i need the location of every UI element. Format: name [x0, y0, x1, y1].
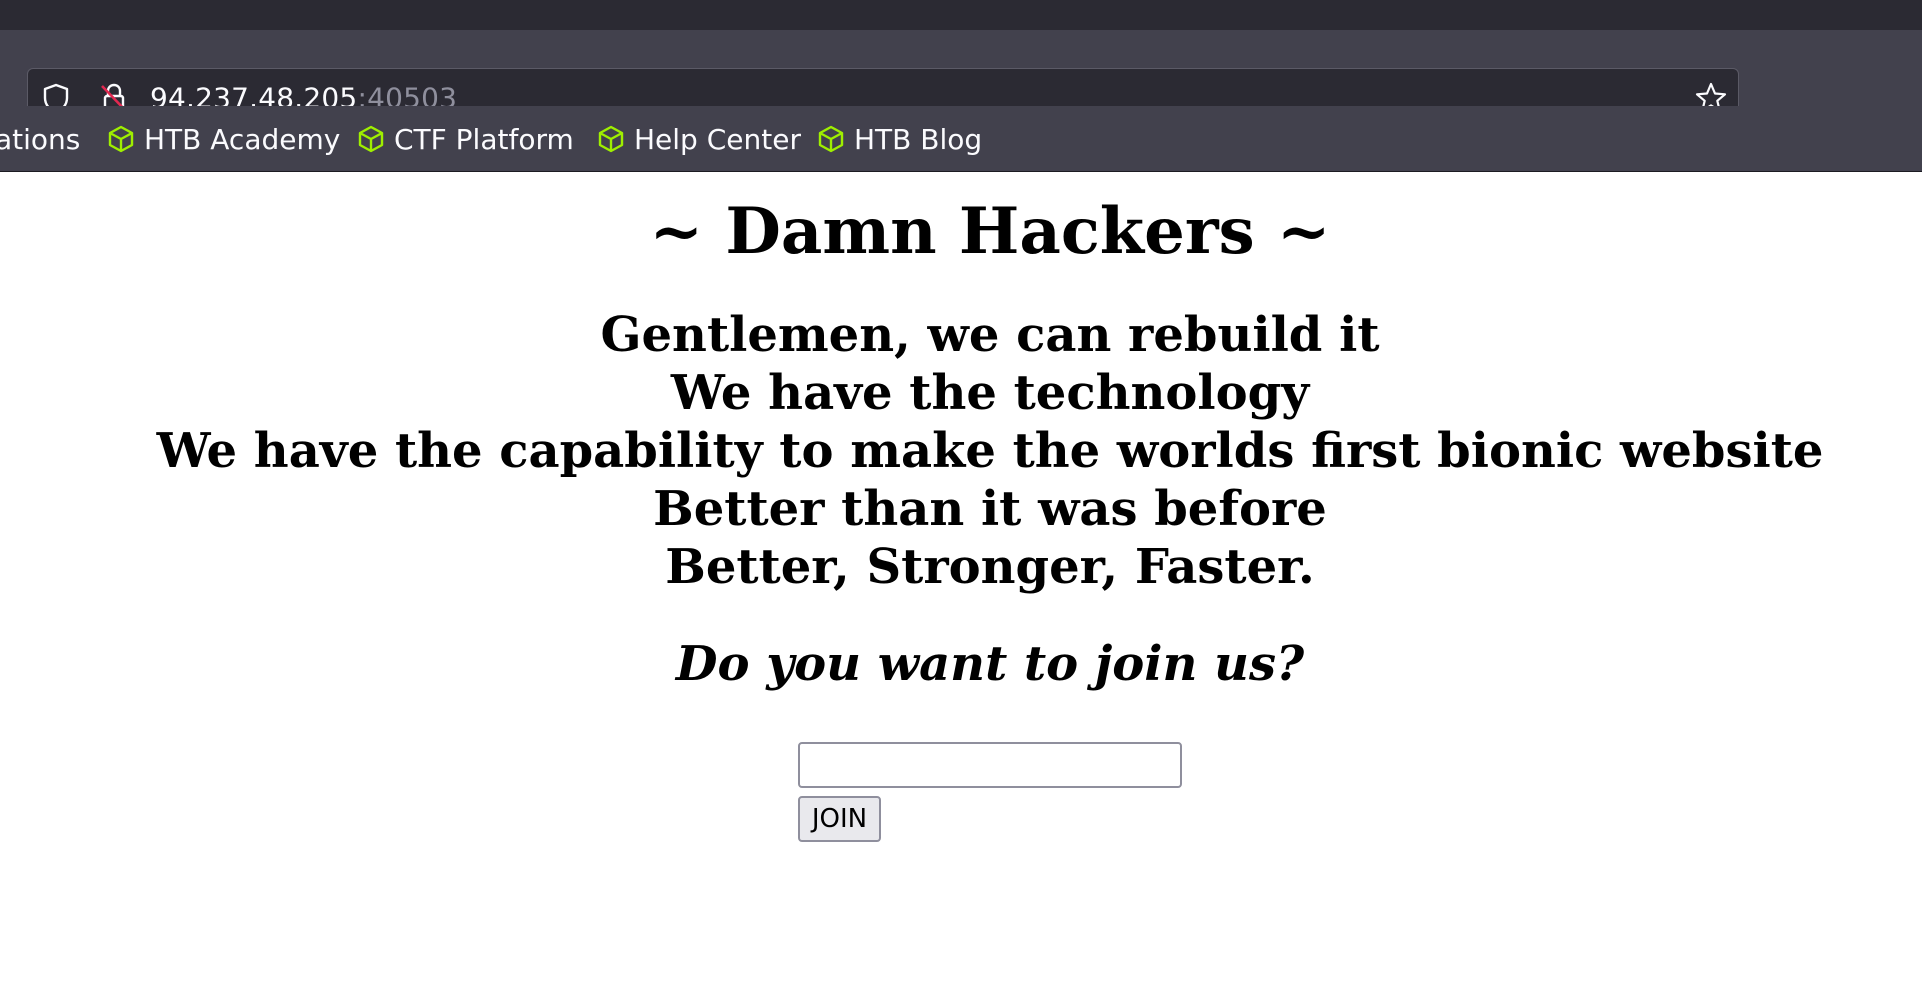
page-title: ~ Damn Hackers ~ — [649, 194, 1331, 269]
bookmark-ctf-platform[interactable]: CTF Platform — [356, 106, 574, 172]
bookmark-label: HTB Academy — [144, 122, 341, 156]
tagline-line: Better than it was before — [653, 481, 1327, 537]
htb-cube-icon — [818, 125, 844, 153]
join-button[interactable]: JOIN — [798, 796, 881, 842]
join-question: Do you want to join us? — [675, 636, 1305, 692]
htb-cube-icon — [108, 125, 134, 153]
bookmark-truncated[interactable]: ations — [0, 106, 80, 172]
bookmark-label: ations — [0, 122, 81, 156]
bookmarks-toolbar: ations HTB Academy CTF Platform Help Cen… — [0, 106, 1922, 172]
tagline-line: We have the technology — [670, 365, 1310, 421]
bookmark-help-center[interactable]: Help Center — [596, 106, 801, 172]
bookmark-htb-blog[interactable]: HTB Blog — [816, 106, 982, 172]
tagline-line: We have the capability to make the world… — [156, 423, 1824, 479]
join-input[interactable] — [798, 742, 1182, 788]
navigation-toolbar: 94.237.48.205:40503 — [0, 30, 1922, 128]
bookmark-htb-academy[interactable]: HTB Academy — [106, 106, 340, 172]
htb-cube-icon — [598, 125, 624, 153]
bookmark-label: HTB Blog — [854, 122, 983, 156]
browser-title-strip — [0, 0, 1922, 30]
htb-cube-icon — [358, 125, 384, 153]
page-content: ~ Damn Hackers ~ Gentlemen, we can rebui… — [0, 172, 1922, 1006]
bookmark-label: CTF Platform — [394, 122, 574, 156]
tagline: Gentlemen, we can rebuild it We have the… — [0, 306, 1922, 596]
tagline-line: Gentlemen, we can rebuild it — [600, 307, 1380, 363]
bookmark-label: Help Center — [634, 122, 801, 156]
tagline-line: Better, Stronger, Faster. — [665, 539, 1315, 595]
